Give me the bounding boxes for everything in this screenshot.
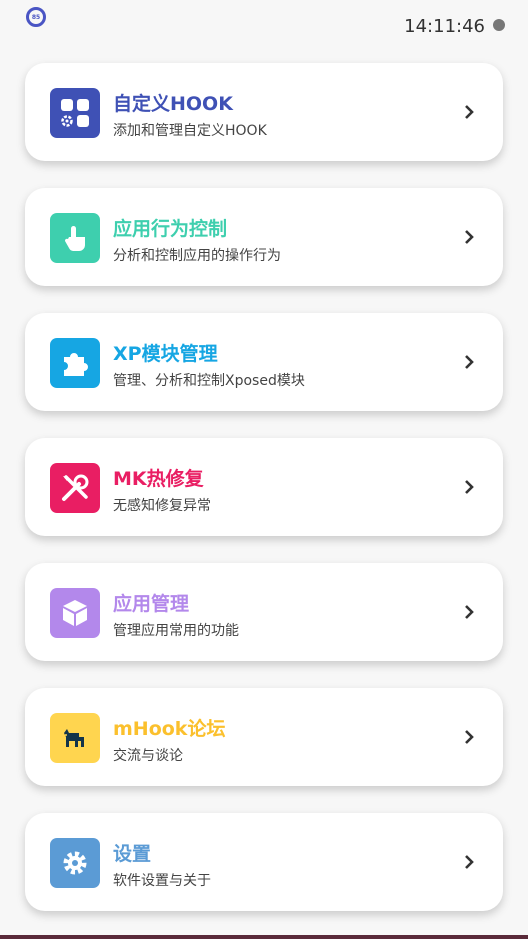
- card-subtitle: 添加和管理自定义HOOK: [113, 123, 267, 139]
- notification-dot: [493, 19, 505, 31]
- battery-level: 85: [31, 13, 41, 21]
- card-title: 应用管理: [113, 593, 190, 615]
- menu-card-mk-hotfix[interactable]: MK热修复 无感知修复异常: [25, 438, 503, 536]
- bottom-edge: [0, 935, 528, 939]
- card-title: 自定义HOOK: [113, 93, 233, 115]
- card-subtitle: 交流与谈论: [113, 748, 183, 764]
- card-subtitle: 管理应用常用的功能: [113, 623, 239, 639]
- chevron-right-icon: [465, 730, 474, 744]
- cat-icon: [50, 713, 100, 763]
- puzzle-icon: [50, 338, 100, 388]
- card-title: 应用行为控制: [113, 218, 228, 240]
- menu-card-settings[interactable]: 设置 软件设置与关于: [25, 813, 503, 911]
- battery-indicator: 85: [26, 7, 46, 27]
- chevron-right-icon: [465, 105, 474, 119]
- grid-gear-icon: [50, 88, 100, 138]
- status-bar: 85 14:11:46: [0, 0, 528, 52]
- menu-card-app-behavior[interactable]: 应用行为控制 分析和控制应用的操作行为: [25, 188, 503, 286]
- chevron-right-icon: [465, 230, 474, 244]
- card-subtitle: 分析和控制应用的操作行为: [113, 248, 281, 264]
- box-icon: [50, 588, 100, 638]
- tools-icon: [50, 463, 100, 513]
- card-subtitle: 无感知修复异常: [113, 498, 211, 514]
- clock: 14:11:46: [404, 16, 485, 37]
- chevron-right-icon: [465, 605, 474, 619]
- chevron-right-icon: [465, 480, 474, 494]
- chevron-right-icon: [465, 855, 474, 869]
- hand-pointer-icon: [50, 213, 100, 263]
- card-subtitle: 管理、分析和控制Xposed模块: [113, 373, 305, 389]
- menu-card-forum[interactable]: mHook论坛 交流与谈论: [25, 688, 503, 786]
- gear-icon: [50, 838, 100, 888]
- card-title: mHook论坛: [113, 718, 226, 740]
- card-title: XP模块管理: [113, 343, 218, 365]
- card-subtitle: 软件设置与关于: [113, 873, 211, 889]
- menu-card-app-manage[interactable]: 应用管理 管理应用常用的功能: [25, 563, 503, 661]
- card-title: MK热修复: [113, 468, 204, 490]
- menu-card-custom-hook[interactable]: 自定义HOOK 添加和管理自定义HOOK: [25, 63, 503, 161]
- menu-card-xp-modules[interactable]: XP模块管理 管理、分析和控制Xposed模块: [25, 313, 503, 411]
- chevron-right-icon: [465, 355, 474, 369]
- card-title: 设置: [113, 843, 152, 865]
